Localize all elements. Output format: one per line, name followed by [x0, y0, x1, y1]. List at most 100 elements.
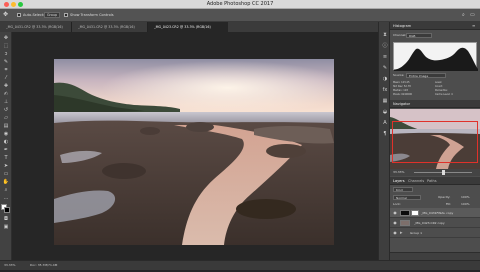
move-tool-icon[interactable]: ✥: [3, 11, 12, 19]
tab-channels[interactable]: Channels: [408, 177, 424, 185]
blend-mode-value: Normal: [396, 196, 407, 200]
quick-select-tool[interactable]: ✎: [2, 59, 10, 65]
brush-panel-icon[interactable]: ✎: [381, 65, 389, 72]
layer-row[interactable]: ◉ _MG_0431FINAL copy: [390, 208, 480, 218]
character-panel-icon[interactable]: A: [381, 120, 389, 127]
lasso-tool[interactable]: ↄ: [2, 51, 10, 57]
transform-controls-label: Show Transform Controls: [70, 13, 114, 17]
channel-dropdown[interactable]: RGB: [406, 33, 432, 38]
color-panel-icon[interactable]: ◒: [381, 109, 389, 116]
auto-select-checkbox[interactable]: [17, 13, 21, 17]
histogram-title: Histogram: [393, 24, 412, 28]
navigator-zoom-thumb[interactable]: [442, 170, 445, 175]
quick-mask-tool[interactable]: ◘: [2, 216, 10, 222]
shape-tool[interactable]: ▭: [2, 171, 10, 177]
history-brush-tool[interactable]: ↺: [2, 107, 10, 113]
fill-value[interactable]: 100%: [461, 202, 470, 206]
histogram-graph: [393, 42, 478, 71]
layer-thumbnail: [400, 210, 410, 216]
stddev-value: 52.78: [403, 85, 411, 88]
title-bar: Adobe Photoshop CC 2017: [0, 0, 480, 9]
source-dropdown[interactable]: Entire Image: [406, 73, 446, 78]
layer-row[interactable]: ◉ ▸ Group 1: [390, 228, 480, 238]
styles-panel-icon[interactable]: fx: [381, 87, 389, 94]
info-panel-icon[interactable]: ⓘ: [381, 43, 389, 50]
adjustments-panel-icon[interactable]: ◑: [381, 76, 389, 83]
status-doc-info: Doc: 35.7M/71.4M: [30, 263, 58, 267]
type-tool[interactable]: T: [2, 155, 10, 161]
eyedropper-tool[interactable]: ⁄: [2, 75, 10, 81]
hand-tool[interactable]: ✋: [2, 179, 10, 185]
document-canvas-image[interactable]: [54, 59, 334, 245]
mean-label: Mean:: [393, 81, 401, 84]
layer-mask-thumbnail: [411, 210, 419, 216]
auto-select-dropdown[interactable]: Group: [44, 12, 60, 18]
status-zoom[interactable]: 33.33%: [4, 263, 15, 267]
navigator-preview[interactable]: [390, 109, 480, 169]
dodge-tool[interactable]: ◐: [2, 139, 10, 145]
layer-name: _MG_0431FINAL copy: [421, 211, 454, 215]
status-bar: 33.33% Doc: 35.7M/71.4M: [0, 260, 480, 270]
tab-layers[interactable]: Layers: [393, 177, 405, 185]
histogram-stats: Mean: 123.45 Std Dev: 52.78 Median: 118 …: [393, 81, 477, 99]
tab-document-1[interactable]: _MG_0431.CR2 @ 33.3% (RGB/16): [0, 22, 72, 32]
transform-controls-checkbox[interactable]: [64, 13, 68, 17]
clone-stamp-tool[interactable]: ⊥: [2, 99, 10, 105]
eraser-tool[interactable]: ▱: [2, 115, 10, 121]
source-value: Entire Image: [409, 74, 429, 78]
tab-document-3[interactable]: _MG_0423.CR2 @ 33.3% (RGB/16): [148, 22, 228, 32]
kind-label: Kind: [396, 188, 403, 192]
navigator-zoom-value: 33.33%: [393, 170, 405, 174]
blend-mode-dropdown[interactable]: Normal: [393, 195, 421, 200]
layer-thumbnail: [400, 220, 410, 226]
navigator-panel-header[interactable]: Navigator: [390, 100, 480, 108]
seascape-photo: [54, 59, 334, 245]
marquee-tool[interactable]: ⬚: [2, 43, 10, 49]
navigator-view-box[interactable]: [392, 121, 478, 163]
path-select-tool[interactable]: ➤: [2, 163, 10, 169]
opacity-label: Opacity:: [438, 195, 451, 199]
tab-paths[interactable]: Paths: [427, 177, 437, 185]
source-label: Source:: [393, 73, 405, 77]
move-tool[interactable]: ✥: [2, 35, 10, 41]
gradient-tool[interactable]: ▤: [2, 123, 10, 129]
visibility-eye-icon[interactable]: ◉: [392, 230, 398, 236]
swatches-panel-icon[interactable]: ▦: [381, 98, 389, 105]
history-panel-icon[interactable]: ⧗: [381, 32, 389, 39]
tab-label: _MG_0423.CR2 @ 33.3% (RGB/16): [154, 25, 211, 29]
search-icon[interactable]: ⌕: [462, 12, 469, 19]
opacity-value[interactable]: 100%: [461, 195, 470, 199]
visibility-eye-icon[interactable]: ◉: [392, 220, 398, 226]
tab-label: _MG_0431.CR2 @ 33.3% (RGB/16): [6, 25, 63, 29]
blur-tool[interactable]: ◉: [2, 131, 10, 137]
more-tools[interactable]: …: [2, 195, 10, 201]
properties-panel-icon[interactable]: ≡: [381, 54, 389, 61]
zoom-tool[interactable]: ⌕: [2, 187, 10, 193]
screen-mode-tool[interactable]: ▣: [2, 224, 10, 230]
fill-label: Fill:: [446, 202, 452, 206]
tools-panel: ✥ ⬚ ↄ ✎ ⌗ ⁄ ✚ ✍ ⊥ ↺ ▱ ▤ ◉ ◐ ✒ T ➤ ▭ ✋ ⌕ …: [0, 32, 12, 260]
crop-tool[interactable]: ⌗: [2, 67, 10, 73]
folder-icon: ▸: [400, 230, 403, 236]
brush-tool[interactable]: ✍: [2, 91, 10, 97]
workspace-icon[interactable]: ▭: [470, 12, 477, 19]
cache-value: 4: [451, 93, 453, 96]
visibility-eye-icon[interactable]: ◉: [392, 210, 398, 216]
navigator-zoom-bar: 33.33%: [390, 169, 480, 176]
layer-filter-dropdown[interactable]: Kind: [393, 187, 413, 192]
align-buttons[interactable]: [115, 12, 175, 26]
lock-label: Lock:: [393, 202, 401, 206]
histogram-panel-header[interactable]: Histogram ≡: [390, 22, 480, 30]
background-color-swatch[interactable]: [4, 207, 10, 213]
panel-icon-strip: ⧗ ⓘ ≡ ✎ ◑ fx ▦ ◒ A ¶: [378, 22, 390, 260]
median-label: Median:: [393, 89, 403, 92]
tab-label: _MG_0431.CR2 @ 33.3% (RGB/16): [78, 25, 135, 29]
panel-menu-icon[interactable]: ≡: [472, 23, 475, 29]
pixels-value: 6240000: [401, 93, 413, 96]
tab-document-2[interactable]: _MG_0431.CR2 @ 33.3% (RGB/16): [72, 22, 148, 32]
paragraph-panel-icon[interactable]: ¶: [381, 131, 389, 138]
healing-brush-tool[interactable]: ✚: [2, 83, 10, 89]
layer-row[interactable]: ◉ _MG_0423.CR2 copy: [390, 218, 480, 228]
options-bar: ✥ Auto-Select: Group Show Transform Cont…: [0, 9, 480, 26]
pen-tool[interactable]: ✒: [2, 147, 10, 153]
